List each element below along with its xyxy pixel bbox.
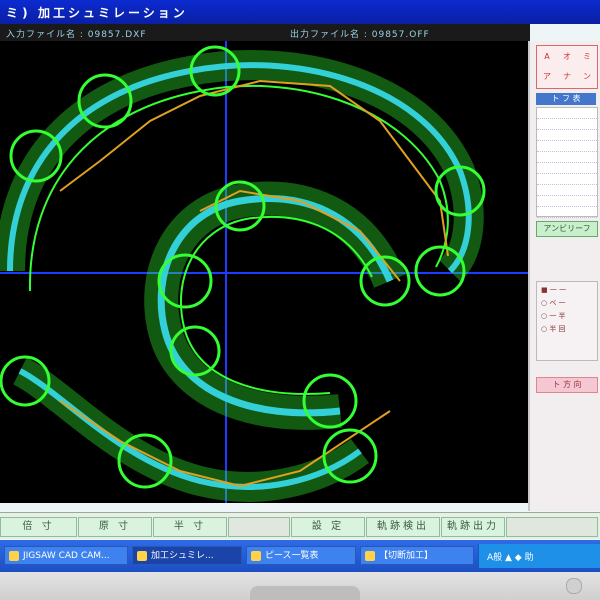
list-row[interactable] bbox=[537, 119, 597, 130]
full-size-button[interactable]: 原 寸 bbox=[78, 517, 152, 537]
system-tray: A般 ▲ ◆ 助 bbox=[478, 544, 600, 568]
half-size-button[interactable]: 半 寸 bbox=[153, 517, 227, 537]
blank-button-2[interactable] bbox=[506, 517, 598, 537]
parts-list[interactable] bbox=[536, 107, 598, 218]
option-item[interactable]: ○ 一 半 bbox=[537, 308, 597, 321]
title-prefix: ミ ) bbox=[6, 6, 28, 20]
list-row[interactable] bbox=[537, 141, 597, 152]
taskbar-item-piece-list[interactable]: ピース一覧表 bbox=[246, 546, 356, 565]
mode-cells: A オ ミ ア ナ ン bbox=[536, 45, 598, 89]
list-row[interactable] bbox=[537, 152, 597, 163]
function-button-bar: 倍 寸 原 寸 半 寸 設 定 軌跡検出 軌跡出力 bbox=[0, 512, 600, 539]
taskbar-label: 加工シュミレ... bbox=[151, 551, 214, 561]
taskbar-item-jigsaw[interactable]: JIGSAW CAD CAM... bbox=[4, 546, 128, 565]
monitor-bezel bbox=[0, 572, 600, 600]
taskbar-label: JIGSAW CAD CAM... bbox=[23, 551, 110, 561]
green-panel-button[interactable]: アンビリーフ bbox=[536, 221, 598, 237]
list-row[interactable] bbox=[537, 207, 597, 218]
list-row[interactable] bbox=[537, 130, 597, 141]
trace-detect-button[interactable]: 軌跡検出 bbox=[366, 517, 440, 537]
mode-cell[interactable]: ミ bbox=[577, 48, 597, 66]
toolpath-drawing bbox=[0, 41, 528, 503]
app-icon bbox=[365, 551, 375, 561]
window-title: 加工シュミレーション bbox=[38, 6, 188, 20]
list-header: ト フ 表 bbox=[536, 93, 596, 105]
right-panel: A オ ミ ア ナ ン ト フ 表 アンビリーフ ■ 一 一 ○ ベ 一 ○ 一… bbox=[528, 41, 600, 511]
app-icon bbox=[251, 551, 261, 561]
output-file-label: 出力ファイル名 : 09857.OFF bbox=[290, 30, 430, 40]
app-icon bbox=[9, 551, 19, 561]
list-row[interactable] bbox=[537, 185, 597, 196]
mode-cell[interactable]: オ bbox=[557, 48, 577, 66]
inner-c-path bbox=[144, 181, 406, 430]
taskbar-item-simulation[interactable]: 加工シュミレ... bbox=[132, 546, 242, 565]
screen: ミ ) 加工シュミレーション 入力ファイル名 : 09857.DXF 出力ファイ… bbox=[0, 0, 600, 572]
power-button-icon[interactable] bbox=[566, 578, 582, 594]
blank-button[interactable] bbox=[228, 517, 290, 537]
taskbar-item-cutting[interactable]: 【切断加工】 bbox=[360, 546, 474, 565]
taskbar-label: ピース一覧表 bbox=[265, 551, 319, 561]
app-icon bbox=[137, 551, 147, 561]
list-row[interactable] bbox=[537, 163, 597, 174]
option-item[interactable]: ○ ベ 一 bbox=[537, 295, 597, 308]
tray-text[interactable]: A般 ▲ ◆ 助 bbox=[487, 550, 534, 563]
bezel-badge bbox=[250, 586, 360, 600]
direction-button[interactable]: ト 方 向 bbox=[536, 377, 598, 393]
input-file-label: 入力ファイル名 : 09857.DXF bbox=[6, 30, 147, 40]
option-item[interactable]: ○ 半 回 bbox=[537, 321, 597, 334]
option-item[interactable]: ■ 一 一 bbox=[537, 282, 597, 295]
file-info-bar: 入力ファイル名 : 09857.DXF 出力ファイル名 : 09857.OFF bbox=[0, 24, 530, 41]
list-row[interactable] bbox=[537, 196, 597, 207]
mode-cell[interactable]: ン bbox=[577, 68, 597, 86]
mode-cell[interactable]: ナ bbox=[557, 68, 577, 86]
simulation-canvas[interactable] bbox=[0, 41, 528, 503]
monitor: ミ ) 加工シュミレーション 入力ファイル名 : 09857.DXF 出力ファイ… bbox=[0, 0, 600, 600]
trace-output-button[interactable]: 軌跡出力 bbox=[441, 517, 505, 537]
list-row[interactable] bbox=[537, 108, 597, 119]
settings-button[interactable]: 設 定 bbox=[291, 517, 365, 537]
double-size-button[interactable]: 倍 寸 bbox=[0, 517, 77, 537]
mode-cell[interactable]: ア bbox=[537, 68, 557, 86]
mode-cell[interactable]: A bbox=[537, 48, 557, 66]
taskbar: JIGSAW CAD CAM... 加工シュミレ... ピース一覧表 【切断加工… bbox=[0, 540, 600, 572]
option-group: ■ 一 一 ○ ベ 一 ○ 一 半 ○ 半 回 bbox=[536, 281, 598, 361]
taskbar-label: 【切断加工】 bbox=[379, 551, 434, 561]
list-row[interactable] bbox=[537, 174, 597, 185]
title-bar: ミ ) 加工シュミレーション bbox=[0, 0, 600, 24]
